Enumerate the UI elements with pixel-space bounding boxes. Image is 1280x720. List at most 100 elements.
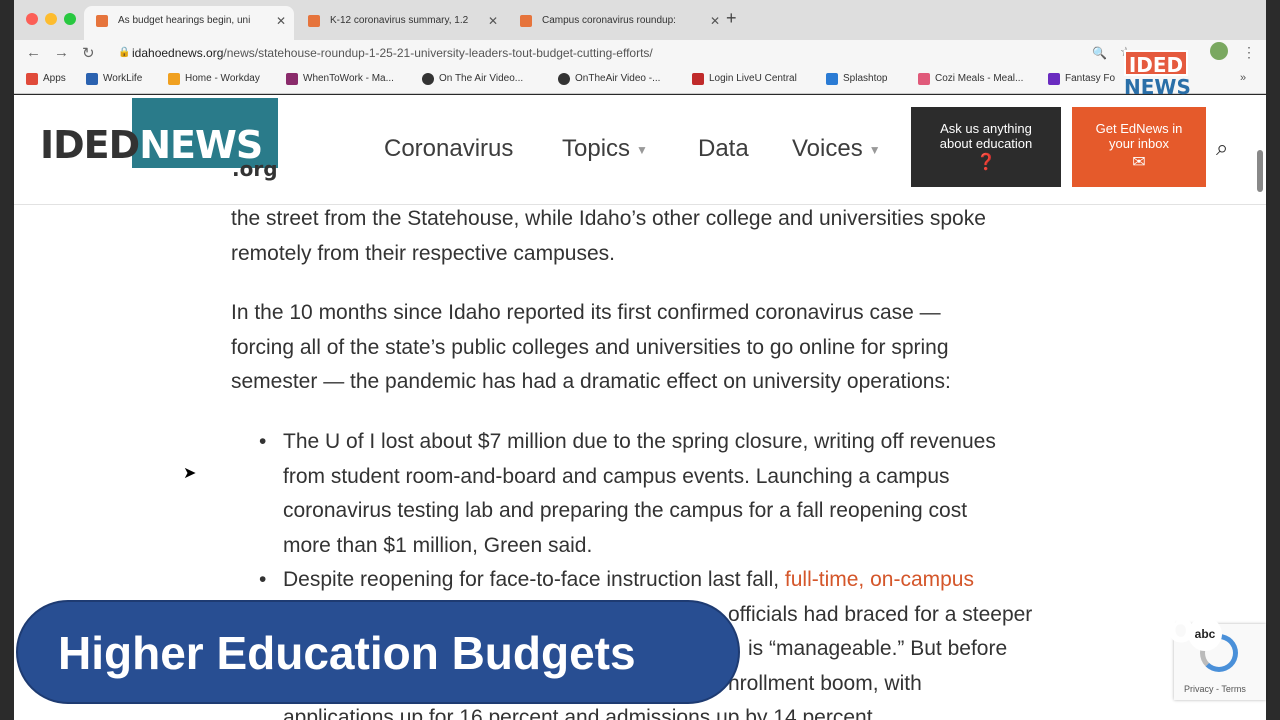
bookmark-label: Splashtop [843, 73, 888, 84]
nav-voices-label: Voices [792, 135, 863, 162]
paragraph-2: In the 10 months since Idaho reported it… [231, 296, 1061, 400]
recaptcha-label[interactable]: Privacy - Terms [1184, 684, 1246, 694]
address-bar-row: ← → ↻ 🔒 idahoednews.org/news/statehouse-… [14, 40, 1266, 68]
bookmark-icon [826, 73, 838, 85]
bookmark-icon [1048, 73, 1060, 85]
nav-voices[interactable]: Voices ▼ [792, 135, 881, 163]
favicon-icon [96, 15, 108, 27]
bookmark-label: WhenToWork - Ma... [303, 73, 394, 84]
close-tab-icon[interactable]: ✕ [276, 6, 286, 36]
lower-third-banner: Higher Education Budgets [16, 600, 740, 704]
bookmark-label: OnTheAir Video -... [575, 73, 661, 84]
bookmark-item[interactable]: Fantasy Fo [1048, 73, 1116, 85]
browser-tab-2[interactable]: K-12 coronavirus summary, 1.2 ✕ [296, 6, 506, 40]
ask-us-button[interactable]: Ask us anything about education ❓ [911, 107, 1061, 187]
text-line: the street from the Statehouse, while Id… [231, 207, 986, 230]
browser-tab-1[interactable]: As budget hearings begin, uni ✕ [84, 6, 294, 40]
back-icon[interactable]: ← [26, 44, 41, 61]
favicon-icon [308, 15, 320, 27]
newsletter-button[interactable]: Get EdNews in your inbox ✉ [1072, 107, 1206, 187]
nav-coronavirus[interactable]: Coronavirus [384, 135, 513, 163]
nav-data[interactable]: Data [698, 135, 749, 163]
bookmark-icon [86, 73, 98, 85]
bookmark-item[interactable]: Splashtop [826, 73, 888, 85]
menu-icon[interactable]: ⋮ [1242, 44, 1256, 61]
bookmark-icon [692, 73, 704, 85]
bookmark-item[interactable]: WhenToWork - Ma... [286, 73, 394, 85]
bookmark-label: Apps [43, 73, 66, 84]
text-line: forcing all of the state’s public colleg… [231, 335, 949, 359]
minimize-window-button[interactable] [45, 13, 57, 25]
ask-us-line2: about education [939, 136, 1033, 151]
question-icon: ❓ [976, 154, 996, 171]
bookmark-label: Login LiveU Central [709, 73, 797, 84]
browser-tab-3[interactable]: Campus coronavirus roundup: ✕ [508, 6, 728, 40]
list-item: The U of I lost about $7 million due to … [259, 425, 1063, 563]
watermark-top: IDED [1124, 50, 1188, 77]
site-header: IDEDNEWS .org Coronavirus Topics ▼ Data V… [14, 95, 1266, 205]
bookmark-item[interactable]: WorkLife [86, 73, 142, 85]
newsletter-line1: Get EdNews in [1095, 121, 1183, 136]
logo-org: .org [232, 157, 278, 181]
url-domain: idahoednews.org [132, 46, 224, 60]
bookmark-label: Fantasy Fo [1065, 73, 1116, 84]
scrollbar-thumb[interactable] [1257, 150, 1263, 192]
nav-topics-label: Topics [562, 135, 631, 162]
favicon-icon [520, 15, 532, 27]
text-line: remotely from their respective campuses. [231, 241, 615, 265]
caret-down-icon: ▼ [868, 142, 881, 157]
text-line: In the 10 months since Idaho reported it… [231, 301, 941, 324]
bookmark-icon [422, 73, 434, 85]
tab-label: Campus coronavirus roundup: [542, 15, 676, 26]
bookmark-icon [918, 73, 930, 85]
site-logo[interactable]: IDEDNEWS [40, 123, 263, 167]
new-tab-button[interactable]: + [726, 8, 737, 29]
text-line: from student room-and-board and campus e… [283, 464, 950, 488]
nav-topics[interactable]: Topics ▼ [562, 135, 648, 163]
tab-label: As budget hearings begin, uni [118, 15, 251, 26]
bookmark-label: Cozi Meals - Meal... [935, 73, 1024, 84]
profile-avatar[interactable] [1210, 42, 1228, 60]
mouse-cursor-icon: ➤ [183, 465, 197, 482]
logo-prefix: IDED [40, 123, 140, 167]
text-line: The U of I lost about $7 million due to … [283, 430, 996, 453]
reload-icon[interactable]: ↻ [82, 44, 95, 62]
url-input[interactable]: 🔒 idahoednews.org/news/statehouse-roundu… [114, 42, 1114, 64]
text-line: more than $1 million, Green said. [283, 533, 593, 557]
article-link[interactable]: full-time, on-campus [785, 568, 974, 591]
close-tab-icon[interactable]: ✕ [488, 6, 498, 36]
search-icon[interactable]: ⌕ [1216, 135, 1228, 161]
bookmark-icon [168, 73, 180, 85]
text-span: Despite reopening for face-to-face instr… [283, 568, 785, 591]
text-line: semester — the pandemic has had a dramat… [231, 370, 951, 393]
bookmark-label: Home - Workday [185, 73, 260, 84]
close-window-button[interactable] [26, 13, 38, 25]
bookmark-item[interactable]: Home - Workday [168, 73, 260, 85]
forward-icon[interactable]: → [54, 44, 69, 61]
bookmark-label: On The Air Video... [439, 73, 524, 84]
text-line: Despite reopening for face-to-face instr… [283, 563, 1063, 598]
bookmark-icon [286, 73, 298, 85]
paragraph-1: the street from the Statehouse, while Id… [231, 202, 1061, 271]
idednews-watermark: IDED NEWS [1124, 50, 1191, 102]
tab-label: K-12 coronavirus summary, 1.2 [330, 15, 469, 26]
lower-third-title: Higher Education Budgets [58, 627, 636, 679]
maximize-window-button[interactable] [64, 13, 76, 25]
bookmark-item[interactable]: Apps [26, 73, 66, 85]
watermark-bottom: NEWS [1124, 75, 1191, 99]
bookmark-item[interactable]: On The Air Video... [422, 73, 524, 85]
close-tab-icon[interactable]: ✕ [710, 6, 720, 36]
zoom-icon[interactable]: 🔍 [1092, 46, 1107, 60]
bookmark-item[interactable]: OnTheAir Video -... [558, 73, 661, 85]
bookmark-item[interactable]: Login LiveU Central [692, 73, 797, 85]
bookmarks-bar: Apps WorkLife Home - Workday WhenToWork … [14, 68, 1266, 94]
station-bug: 6 abc [1160, 595, 1230, 665]
more-bookmarks-icon[interactable]: » [1240, 72, 1246, 84]
browser-tab-bar: As budget hearings begin, uni ✕ K-12 cor… [14, 0, 1266, 40]
network-logo: abc [1188, 617, 1222, 651]
ask-us-line1: Ask us anything [940, 121, 1032, 136]
url-path: /news/statehouse-roundup-1-25-21-univers… [223, 46, 653, 60]
text-line: coronavirus testing lab and preparing th… [283, 499, 968, 522]
bookmark-item[interactable]: Cozi Meals - Meal... [918, 73, 1024, 85]
apps-icon [26, 73, 38, 85]
